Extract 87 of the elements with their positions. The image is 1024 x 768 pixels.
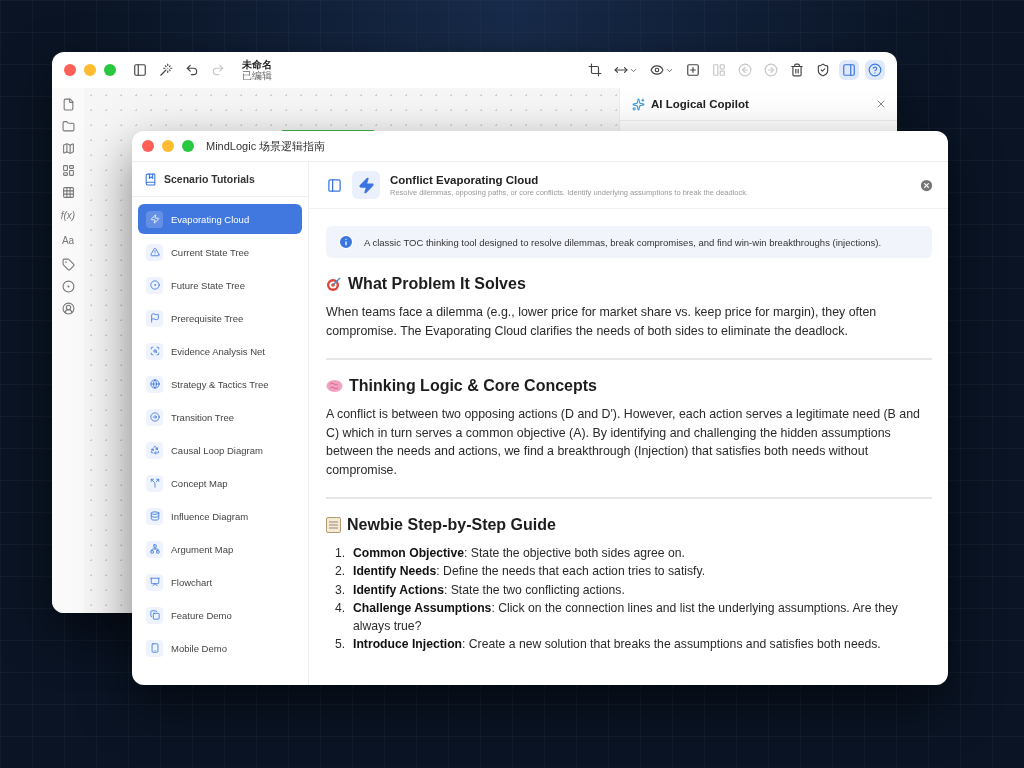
sidebar-item[interactable]: Evidence Analysis Net xyxy=(138,336,302,366)
redo-icon xyxy=(211,63,225,77)
section-heading: Newbie Step-by-Step Guide xyxy=(347,516,556,534)
sidebar-item[interactable]: Feature Demo xyxy=(138,600,302,630)
step-number: 4. xyxy=(335,599,347,617)
panel-title: AI Logical Copilot xyxy=(651,98,750,110)
help-icon xyxy=(868,63,882,77)
sidebar-item[interactable]: Transition Tree xyxy=(138,402,302,432)
lightning-icon xyxy=(146,210,163,228)
database-icon xyxy=(146,507,163,525)
presentation-icon xyxy=(146,573,163,591)
sidebar-icon xyxy=(133,63,147,77)
sidebar-item[interactable]: Strategy & Tactics Tree xyxy=(138,369,302,399)
info-text: A classic TOC thinking tool designed to resolve dilemmas, break compromises, and find win-win breakthroughs (injections). xyxy=(364,235,882,250)
add-square-icon xyxy=(686,63,700,77)
step-text: Challenge Assumptions: Click on the connection lines and list the underlying assumptions. Are they always true? xyxy=(353,599,899,636)
file-icon[interactable] xyxy=(61,98,75,111)
step-text: Identify Actions: State the two conflicting actions. xyxy=(353,581,625,599)
paragraph: A conflict is between two opposing actions (D and D'). However, each action serves a legitimate need (B and C) which in turn serves a common objective (A). By identifying and challenging the hidden assumptions between the needs and actions, we find a breakthrough (Injection) that satisfies both needs without compromise. xyxy=(326,406,921,479)
target-icon xyxy=(326,276,342,292)
step-text: Common Objective: State the objective both sides agree on. xyxy=(353,545,685,562)
eye-icon xyxy=(650,63,664,77)
step-text: Introduce Injection: Create a new solution that breaks the assumptions and satisfies both needs. xyxy=(353,636,881,654)
book-icon xyxy=(144,172,157,186)
rail-label[interactable]: Aa xyxy=(61,233,75,249)
close-button[interactable] xyxy=(64,64,76,76)
layout-icon[interactable] xyxy=(61,164,75,177)
sidebar-toggle-icon[interactable] xyxy=(327,177,342,193)
sidebar-title: Scenario Tutorials xyxy=(164,173,255,185)
wand-icon xyxy=(159,63,173,77)
page-title: Conflict Evaporating Cloud xyxy=(390,173,540,186)
folder-icon[interactable] xyxy=(61,120,75,133)
sidebar-item[interactable]: Flowchart xyxy=(138,567,302,597)
user-icon[interactable] xyxy=(61,302,75,315)
forward-circle-icon xyxy=(764,63,778,77)
close-icon[interactable] xyxy=(875,98,887,110)
sidebar-item[interactable]: Evaporating Cloud xyxy=(138,204,302,234)
section-heading: What Problem It Solves xyxy=(348,275,526,293)
back-circle-icon xyxy=(738,63,752,77)
crop-icon xyxy=(588,63,602,77)
window-title: MindLogic 场景逻辑指南 xyxy=(206,138,326,154)
close-button[interactable] xyxy=(142,140,154,152)
paragraph: When teams face a dilemma (e.g., lower price for market share vs. keep price for margin), they often compromise. The Evaporating Cloud clarifies the needs of both sides to eliminate the deadlock. xyxy=(326,304,878,340)
flag-icon xyxy=(146,309,163,327)
sparkle-icon xyxy=(632,97,645,111)
sidebar-item[interactable]: Prerequisite Tree xyxy=(138,303,302,333)
toolbar-button[interactable] xyxy=(865,60,885,80)
zoom-button[interactable] xyxy=(104,64,116,76)
sidebar-item[interactable]: Influence Diagram xyxy=(138,501,302,531)
globe-icon xyxy=(146,375,163,393)
warning-icon xyxy=(146,243,163,261)
trash-icon xyxy=(790,63,804,77)
step-number: 3. xyxy=(335,581,347,599)
lightning-icon xyxy=(352,171,380,199)
step-number: 2. xyxy=(335,563,347,581)
sidebar-item[interactable]: Current State Tree xyxy=(138,237,302,267)
step-number: 1. xyxy=(335,545,347,562)
grid-icon[interactable] xyxy=(61,186,75,199)
info-icon xyxy=(338,234,354,250)
section-heading: Thinking Logic & Core Concepts xyxy=(349,377,597,395)
network-icon xyxy=(146,540,163,558)
undo-icon xyxy=(185,63,199,77)
document-title: 未命名 xyxy=(242,59,272,70)
sidebar-item[interactable]: Causal Loop Diagram xyxy=(138,435,302,465)
rail-label[interactable]: f(x) xyxy=(60,208,76,224)
layout-icon xyxy=(712,63,726,77)
fork-icon xyxy=(146,474,163,492)
target-icon xyxy=(146,276,163,294)
sidebar-item[interactable]: Concept Map xyxy=(138,468,302,498)
notepad-icon xyxy=(326,517,341,533)
phone-icon xyxy=(146,639,163,657)
step-text: Identify Needs: Define the needs that each action tries to satisfy. xyxy=(353,563,706,581)
brain-icon xyxy=(326,379,343,393)
shield-icon xyxy=(816,63,830,77)
right-panel-icon xyxy=(842,63,856,77)
close-icon[interactable] xyxy=(919,177,934,193)
sidebar-item[interactable]: Future State Tree xyxy=(138,270,302,300)
target-icon[interactable] xyxy=(61,280,75,293)
recycle-icon xyxy=(146,441,163,459)
step-number: 5. xyxy=(335,636,347,654)
sidebar-item[interactable]: Argument Map xyxy=(138,534,302,564)
zoom-button[interactable] xyxy=(182,140,194,152)
tag-icon[interactable] xyxy=(61,258,75,271)
document-status: 已编辑 xyxy=(242,70,272,81)
copy-icon xyxy=(146,606,163,624)
sidebar-item[interactable]: Mobile Demo xyxy=(138,633,302,663)
map-icon[interactable] xyxy=(61,142,75,155)
